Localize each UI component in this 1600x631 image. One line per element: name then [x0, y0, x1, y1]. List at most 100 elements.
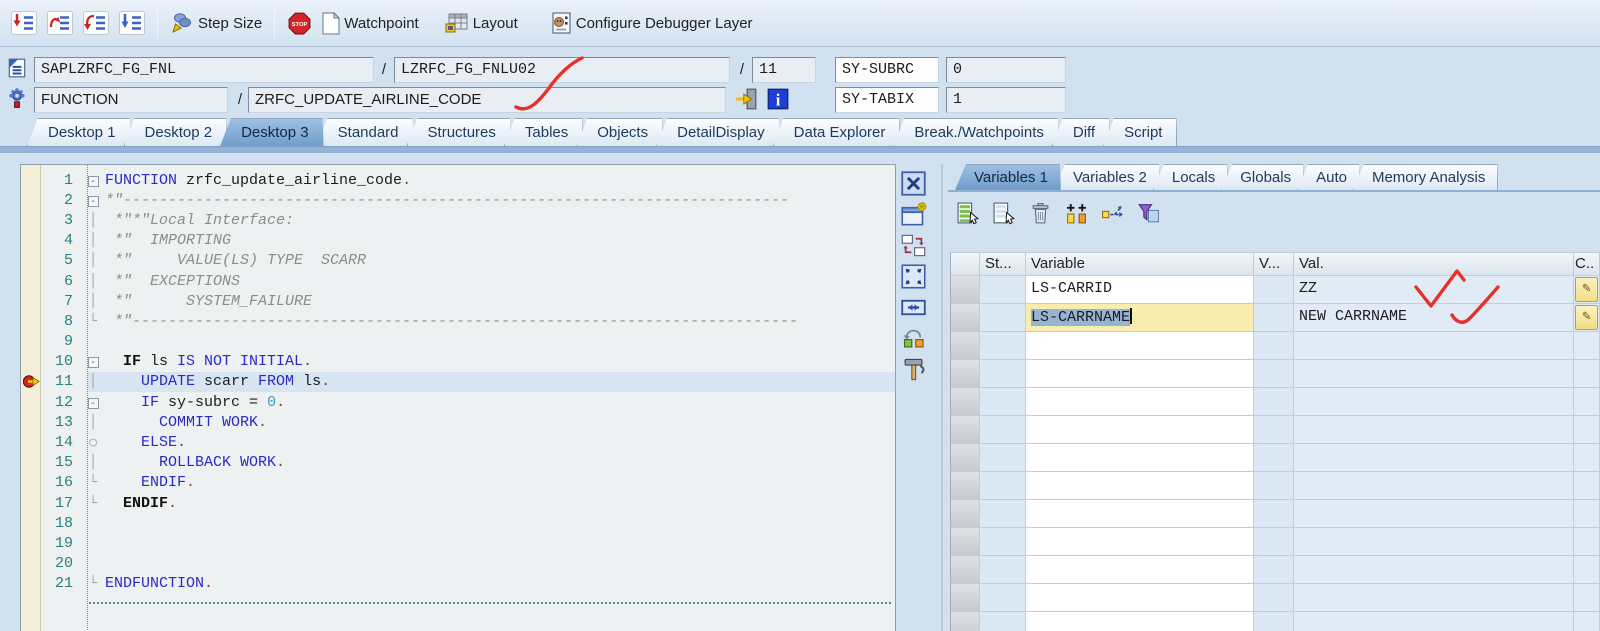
row-selector-cell[interactable] — [950, 528, 980, 556]
change-column-cell[interactable] — [1574, 612, 1600, 631]
include-field[interactable]: LZRFC_FG_FNLU02 — [394, 57, 730, 83]
vars-tab-variables-1[interactable]: Variables 1 — [955, 164, 1061, 190]
header-value-column[interactable]: Val. — [1294, 252, 1574, 276]
sy-subrc-value-field[interactable]: 0 — [946, 57, 1066, 83]
desktop-tab-data-explorer[interactable]: Data Explorer — [773, 118, 901, 146]
desktop-tab-desktop-2[interactable]: Desktop 2 — [124, 118, 228, 146]
value-column-cell[interactable] — [1294, 612, 1574, 631]
change-column-cell[interactable] — [1574, 528, 1600, 556]
breakpoint-icon[interactable] — [22, 374, 40, 389]
header-status-column[interactable]: St... — [980, 252, 1026, 276]
value-column-cell[interactable] — [1294, 472, 1574, 500]
close-icon[interactable] — [900, 170, 927, 197]
edit-views-icon[interactable] — [956, 202, 981, 225]
row-selector-cell[interactable] — [950, 360, 980, 388]
code-line-15[interactable]: 15 │ ROLLBACK WORK. — [21, 453, 895, 473]
header-view-column[interactable]: V... — [1254, 252, 1294, 276]
desktop-tab-break-watchpoints[interactable]: Break./Watchpoints — [893, 118, 1059, 146]
change-column-cell[interactable]: ✎ — [1574, 276, 1600, 304]
program-field[interactable]: SAPLZRFC_FG_FNL — [34, 57, 374, 83]
desktop-tab-detaildisplay[interactable]: DetailDisplay — [656, 118, 780, 146]
desktop-tab-objects[interactable]: Objects — [576, 118, 663, 146]
code-line-5[interactable]: 5 │ *" VALUE(LS) TYPE SCARR — [21, 251, 895, 271]
change-column-cell[interactable] — [1574, 388, 1600, 416]
fold-marker[interactable]: - — [81, 174, 105, 187]
resize-width-icon[interactable] — [900, 294, 927, 321]
code-line-1[interactable]: 1- FUNCTION zrfc_update_airline_code. — [21, 170, 895, 190]
code-line-18[interactable]: 18 — [21, 513, 895, 533]
variable-column-cell[interactable] — [1026, 360, 1254, 388]
change-column-cell[interactable] — [1574, 416, 1600, 444]
variable-column-cell[interactable] — [1026, 388, 1254, 416]
desktop-tab-standard[interactable]: Standard — [317, 118, 414, 146]
fold-marker[interactable]: - — [81, 355, 105, 369]
swap-panes-icon[interactable] — [900, 232, 927, 259]
vars-tab-variables-2[interactable]: Variables 2 — [1054, 164, 1160, 190]
code-line-14[interactable]: 14 ○ ELSE. — [21, 432, 895, 452]
vars-tab-auto[interactable]: Auto — [1297, 164, 1360, 190]
change-column-cell[interactable] — [1574, 360, 1600, 388]
change-column-cell[interactable] — [1574, 584, 1600, 612]
variable-column-cell[interactable]: LS-CARRID — [1026, 276, 1254, 304]
row-selector-cell[interactable] — [950, 556, 980, 584]
configure-debugger-button[interactable]: Configure Debugger Layer — [545, 8, 758, 38]
value-column-cell[interactable]: ZZ — [1294, 276, 1574, 304]
info-icon[interactable]: i — [766, 87, 790, 111]
change-column-cell[interactable] — [1574, 332, 1600, 360]
code-line-12[interactable]: 12- IF sy-subrc = 0. — [21, 392, 895, 412]
value-column-cell[interactable] — [1294, 500, 1574, 528]
fold-marker[interactable]: - — [81, 194, 105, 207]
desktop-tab-desktop-3[interactable]: Desktop 3 — [220, 118, 324, 146]
row-selector-cell[interactable] — [950, 304, 980, 332]
new-session-icon[interactable] — [900, 201, 927, 228]
change-value-button[interactable]: ✎ — [1575, 305, 1598, 330]
filter-icon[interactable] — [1136, 202, 1161, 225]
desktop-tab-diff[interactable]: Diff — [1052, 118, 1110, 146]
code-line-10[interactable]: 10- IF ls IS NOT INITIAL. — [21, 352, 895, 372]
exit-icon[interactable] — [734, 87, 758, 111]
insert-columns-icon[interactable] — [1064, 202, 1089, 225]
code-line-19[interactable]: 19 — [21, 533, 895, 553]
row-selector-cell[interactable] — [950, 500, 980, 528]
watchpoint-button[interactable]: STOP Watchpoint — [282, 8, 423, 39]
value-column-cell[interactable] — [1294, 556, 1574, 584]
sy-subrc-label-field[interactable]: SY-SUBRC — [835, 57, 939, 83]
variable-column-cell[interactable] — [1026, 556, 1254, 584]
variable-column-cell[interactable] — [1026, 332, 1254, 360]
row-selector-cell[interactable] — [950, 276, 980, 304]
layout-button[interactable]: Layout — [440, 9, 523, 37]
code-line-17[interactable]: 17 └ ENDIF. — [21, 493, 895, 513]
delete-icon[interactable] — [1028, 202, 1053, 225]
row-selector-cell[interactable] — [950, 332, 980, 360]
step-return-button[interactable] — [78, 8, 114, 38]
code-line-8[interactable]: 8 └ *"-----------------------------------… — [21, 311, 895, 331]
step-over-button[interactable] — [42, 8, 78, 38]
value-column-cell[interactable] — [1294, 388, 1574, 416]
change-column-cell[interactable] — [1574, 444, 1600, 472]
table-content-icon[interactable] — [992, 202, 1017, 225]
line-number-field[interactable]: 11 — [752, 57, 816, 83]
header-variable-column[interactable]: Variable — [1026, 252, 1254, 276]
value-column-cell[interactable]: NEW CARRNAME — [1294, 304, 1574, 332]
code-line-6[interactable]: 6 │ *" EXCEPTIONS — [21, 271, 895, 291]
vars-tab-globals[interactable]: Globals — [1221, 164, 1304, 190]
code-line-11[interactable]: 11 │ UPDATE scarr FROM ls. — [21, 372, 895, 392]
abap-code-editor[interactable]: 1- FUNCTION zrfc_update_airline_code. 2- *"… — [20, 164, 896, 631]
code-line-13[interactable]: 13 │ COMMIT WORK. — [21, 412, 895, 432]
row-selector-cell[interactable] — [950, 416, 980, 444]
change-column-cell[interactable] — [1574, 556, 1600, 584]
code-line-9[interactable]: 9 — [21, 332, 895, 352]
value-column-cell[interactable] — [1294, 416, 1574, 444]
desktop-tab-script[interactable]: Script — [1103, 118, 1177, 146]
vars-tab-locals[interactable]: Locals — [1153, 164, 1228, 190]
value-column-cell[interactable] — [1294, 332, 1574, 360]
fullscreen-icon[interactable] — [900, 263, 927, 290]
vars-tab-memory-analysis[interactable]: Memory Analysis — [1353, 164, 1498, 190]
code-line-20[interactable]: 20 — [21, 554, 895, 574]
row-selector-cell[interactable] — [950, 444, 980, 472]
services-tool-icon[interactable] — [900, 356, 927, 383]
compare-layout-icon[interactable] — [900, 325, 927, 352]
code-line-2[interactable]: 2- *"------------------------------------… — [21, 190, 895, 210]
header-change-column[interactable]: C.. — [1574, 252, 1600, 276]
sy-tabix-value-field[interactable]: 1 — [946, 87, 1066, 113]
